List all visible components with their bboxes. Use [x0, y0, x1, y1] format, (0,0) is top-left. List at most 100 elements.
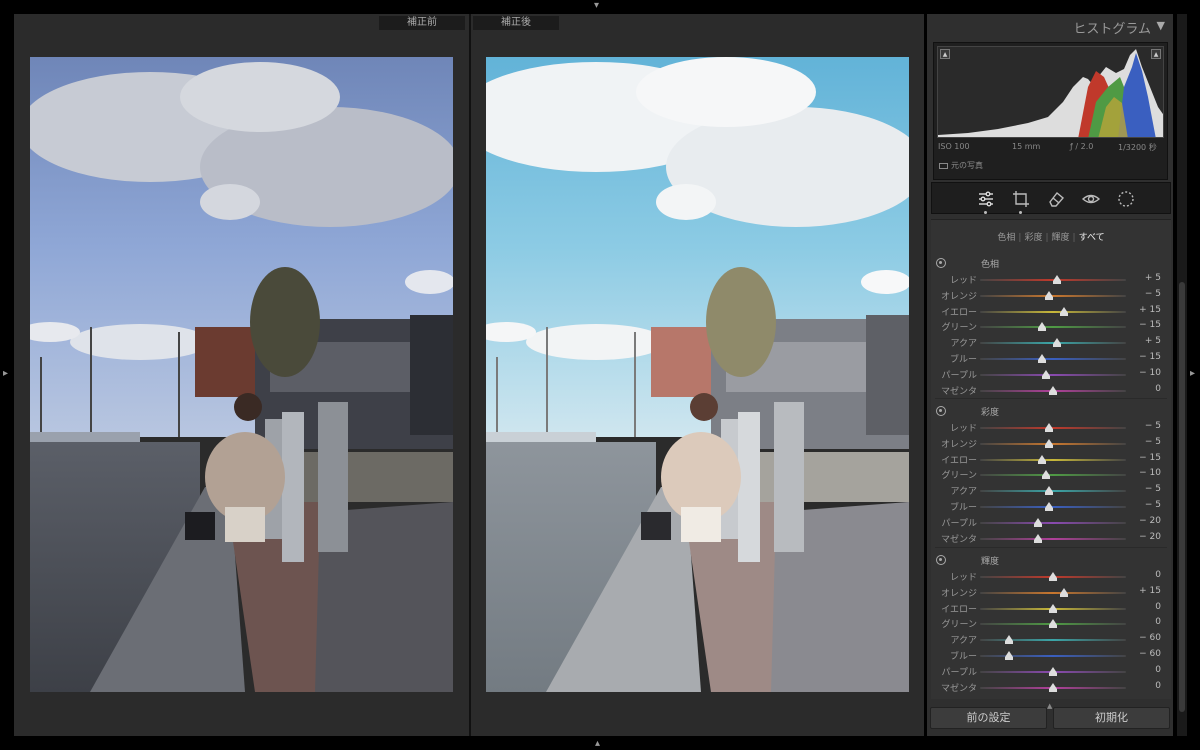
- left-panel-toggle-icon[interactable]: ▸: [3, 369, 8, 379]
- bottom-panel-toggle-icon[interactable]: ▴: [595, 739, 600, 749]
- slider-track[interactable]: [980, 326, 1126, 329]
- checkbox-icon[interactable]: [939, 162, 948, 169]
- saturation-slider-aqua[interactable]: アクア − 5: [931, 483, 1171, 498]
- scrollbar-thumb[interactable]: [1179, 282, 1185, 712]
- saturation-slider-green[interactable]: グリーン − 10: [931, 467, 1171, 482]
- hue-slider-magenta[interactable]: マゼンタ 0: [931, 383, 1171, 398]
- hue-slider-aqua[interactable]: アクア + 5: [931, 335, 1171, 350]
- redeye-icon[interactable]: [1081, 189, 1101, 209]
- top-panel-toggle-icon[interactable]: ▾: [594, 1, 599, 11]
- triangle-down-icon[interactable]: ▼: [1157, 19, 1165, 32]
- slider-value[interactable]: 0: [1121, 602, 1161, 612]
- radial-icon[interactable]: [1116, 189, 1136, 209]
- hue-slider-red[interactable]: レッド + 5: [931, 272, 1171, 287]
- slider-thumb[interactable]: [1049, 603, 1057, 613]
- slider-track[interactable]: [980, 458, 1126, 461]
- hue-slider-purple[interactable]: パープル − 10: [931, 367, 1171, 382]
- slider-thumb[interactable]: [1049, 572, 1057, 581]
- slider-value[interactable]: 0: [1121, 681, 1161, 691]
- slider-thumb[interactable]: [1038, 354, 1046, 363]
- slider-value[interactable]: − 60: [1121, 649, 1161, 659]
- slider-value[interactable]: − 15: [1121, 352, 1161, 362]
- luminance-slider-purple[interactable]: パープル 0: [931, 664, 1171, 679]
- saturation-slider-magenta[interactable]: マゼンタ − 20: [931, 531, 1171, 546]
- slider-thumb[interactable]: [1045, 486, 1054, 496]
- reset-button[interactable]: 初期化: [1053, 707, 1170, 729]
- histogram-header[interactable]: ヒストグラム ▼: [927, 14, 1173, 38]
- histogram-graph[interactable]: ▲ ▲: [937, 46, 1164, 138]
- slider-value[interactable]: − 20: [1121, 516, 1161, 526]
- slider-value[interactable]: − 5: [1121, 289, 1161, 299]
- hue-slider-green[interactable]: グリーン − 15: [931, 319, 1171, 334]
- slider-value[interactable]: 0: [1121, 617, 1161, 627]
- slider-thumb[interactable]: [1049, 385, 1057, 395]
- slider-value[interactable]: − 20: [1121, 532, 1161, 542]
- slider-value[interactable]: − 15: [1121, 453, 1161, 463]
- slider-thumb[interactable]: [1059, 587, 1068, 597]
- slider-value[interactable]: + 15: [1121, 586, 1161, 596]
- shadow-clip-icon[interactable]: ▲: [940, 49, 950, 59]
- tab-all[interactable]: すべて: [1076, 230, 1108, 243]
- slider-value[interactable]: − 5: [1121, 484, 1161, 494]
- slider-value[interactable]: − 10: [1121, 368, 1161, 378]
- slider-track[interactable]: [980, 639, 1126, 642]
- slider-thumb[interactable]: [1005, 651, 1014, 660]
- previous-settings-button[interactable]: 前の設定: [930, 707, 1047, 729]
- slider-thumb[interactable]: [1045, 423, 1054, 432]
- slider-value[interactable]: − 60: [1121, 633, 1161, 643]
- original-photo-toggle[interactable]: 元の写真: [939, 160, 983, 171]
- slider-thumb[interactable]: [1005, 635, 1014, 645]
- right-panel-toggle-icon[interactable]: ▸: [1190, 369, 1195, 379]
- saturation-slider-orange[interactable]: オレンジ − 5: [931, 436, 1171, 451]
- panel-scrollbar[interactable]: [1177, 14, 1187, 736]
- luminance-slider-magenta[interactable]: マゼンタ 0: [931, 680, 1171, 695]
- saturation-slider-red[interactable]: レッド − 5: [931, 420, 1171, 435]
- slider-track[interactable]: [980, 591, 1126, 594]
- saturation-slider-purple[interactable]: パープル − 20: [931, 515, 1171, 530]
- luminance-slider-orange[interactable]: オレンジ + 15: [931, 585, 1171, 600]
- slider-thumb[interactable]: [1052, 275, 1061, 284]
- luminance-slider-aqua[interactable]: アクア − 60: [931, 632, 1171, 647]
- slider-value[interactable]: − 10: [1121, 468, 1161, 478]
- target-adjust-icon[interactable]: [936, 258, 946, 268]
- slider-thumb[interactable]: [1045, 438, 1054, 448]
- slider-track[interactable]: [980, 655, 1126, 657]
- slider-value[interactable]: − 5: [1121, 437, 1161, 447]
- slider-thumb[interactable]: [1034, 533, 1043, 543]
- tab-luminance[interactable]: 輝度: [1049, 230, 1073, 243]
- slider-track[interactable]: [980, 474, 1126, 477]
- slider-thumb[interactable]: [1038, 322, 1046, 332]
- slider-value[interactable]: − 5: [1121, 500, 1161, 510]
- luminance-slider-blue[interactable]: ブルー − 60: [931, 648, 1171, 663]
- hue-slider-orange[interactable]: オレンジ − 5: [931, 288, 1171, 303]
- target-adjust-icon[interactable]: [936, 555, 946, 565]
- slider-value[interactable]: + 5: [1121, 336, 1161, 346]
- slider-thumb[interactable]: [1034, 517, 1043, 527]
- saturation-slider-blue[interactable]: ブルー − 5: [931, 499, 1171, 514]
- crop-icon[interactable]: [1011, 189, 1031, 214]
- slider-thumb[interactable]: [1049, 666, 1057, 676]
- slider-thumb[interactable]: [1045, 502, 1054, 511]
- luminance-slider-red[interactable]: レッド 0: [931, 569, 1171, 584]
- slider-track[interactable]: [980, 537, 1126, 540]
- slider-thumb[interactable]: [1041, 470, 1050, 480]
- sliders-icon[interactable]: [976, 189, 996, 214]
- target-adjust-icon[interactable]: [936, 406, 946, 416]
- panel-collapse-icon[interactable]: ▲: [1047, 702, 1052, 710]
- highlight-clip-icon[interactable]: ▲: [1151, 49, 1161, 59]
- hue-slider-blue[interactable]: ブルー − 15: [931, 351, 1171, 366]
- slider-thumb[interactable]: [1041, 369, 1050, 379]
- slider-thumb[interactable]: [1052, 338, 1061, 348]
- slider-thumb[interactable]: [1059, 306, 1068, 316]
- slider-thumb[interactable]: [1049, 619, 1057, 629]
- slider-value[interactable]: 0: [1121, 570, 1161, 580]
- slider-thumb[interactable]: [1049, 682, 1057, 692]
- slider-value[interactable]: + 5: [1121, 273, 1161, 283]
- slider-value[interactable]: − 5: [1121, 421, 1161, 431]
- hue-slider-yellow[interactable]: イエロー + 15: [931, 304, 1171, 319]
- slider-value[interactable]: 0: [1121, 384, 1161, 394]
- slider-track[interactable]: [980, 358, 1126, 360]
- slider-value[interactable]: + 15: [1121, 305, 1161, 315]
- tab-hue[interactable]: 色相: [994, 230, 1018, 243]
- tab-saturation[interactable]: 彩度: [1021, 230, 1045, 243]
